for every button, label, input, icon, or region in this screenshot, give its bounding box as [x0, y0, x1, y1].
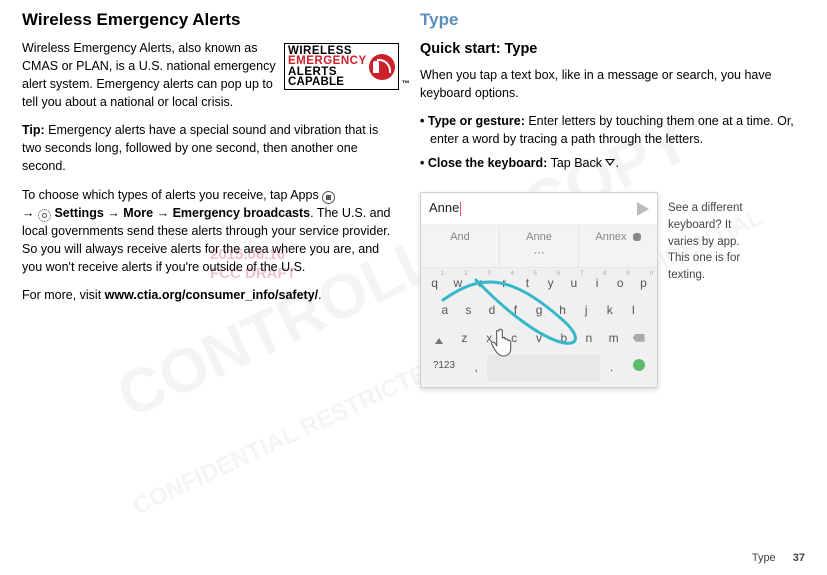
- more-post: .: [318, 288, 321, 302]
- key-r[interactable]: r: [493, 271, 516, 296]
- key-z[interactable]: z: [452, 326, 477, 353]
- apps-icon: [322, 191, 335, 204]
- key-l[interactable]: l: [622, 298, 646, 323]
- gear-icon: [38, 209, 51, 222]
- key-n[interactable]: n: [576, 326, 601, 353]
- keyboard-note: See a different keyboard? It varies by a…: [668, 200, 763, 283]
- keyboard[interactable]: q w e r t y u i o p a s d: [421, 268, 657, 387]
- arrow2: →: [104, 206, 123, 220]
- suggestion-1[interactable]: And: [421, 225, 500, 267]
- send-icon[interactable]: [637, 202, 649, 216]
- hand-pointer-icon: [489, 326, 517, 358]
- key-period[interactable]: .: [600, 355, 623, 380]
- key-u[interactable]: u: [562, 271, 585, 296]
- key-o[interactable]: o: [609, 271, 632, 296]
- b2-post: .: [615, 156, 618, 170]
- key-y[interactable]: y: [539, 271, 562, 296]
- key-h[interactable]: h: [551, 298, 575, 323]
- footer-section: Type: [752, 552, 776, 564]
- heading-type: Type: [420, 8, 800, 33]
- key-v[interactable]: v: [527, 326, 552, 353]
- key-w[interactable]: w: [446, 271, 469, 296]
- key-e[interactable]: e: [469, 271, 492, 296]
- key-row-1: q w e r t y u i o p: [423, 271, 655, 296]
- tip-paragraph: Tip: Emergency alerts have a special sou…: [22, 121, 392, 175]
- wea-intro: Wireless Emergency Alerts, also known as…: [22, 39, 276, 112]
- shift-icon: [435, 330, 443, 344]
- wea-logo: WIRELESS EMERGENCY ALERTS CAPABLE ™: [284, 43, 392, 90]
- phone-keyboard-mock: Anne And Anne⋯ Annex q w e r t y: [420, 192, 658, 387]
- key-k[interactable]: k: [598, 298, 622, 323]
- key-g[interactable]: g: [527, 298, 551, 323]
- key-backspace[interactable]: [626, 326, 651, 353]
- choose-pre: To choose which types of alerts you rece…: [22, 188, 322, 202]
- mic-icon[interactable]: [633, 233, 641, 241]
- smile-icon: [633, 359, 645, 371]
- heading-wea: Wireless Emergency Alerts: [22, 8, 392, 33]
- settings-label: Settings: [54, 206, 103, 220]
- text-input-row[interactable]: Anne: [421, 193, 657, 225]
- key-f[interactable]: f: [504, 298, 528, 323]
- key-row-3: z x c v b n m: [423, 326, 655, 353]
- choose-paragraph: To choose which types of alerts you rece…: [22, 186, 392, 277]
- key-space[interactable]: [487, 355, 600, 380]
- more-link: www.ctia.org/consumer_info/safety/: [105, 288, 318, 302]
- key-comma[interactable]: ,: [465, 355, 488, 380]
- key-shift[interactable]: [427, 326, 452, 353]
- eb-label: Emergency broadcasts: [173, 206, 311, 220]
- trademark: ™: [402, 78, 410, 90]
- key-row-2: a s d f g h j k l: [423, 298, 655, 323]
- key-d[interactable]: d: [480, 298, 504, 323]
- tip-text: Emergency alerts have a special sound an…: [22, 123, 378, 173]
- b2-label: Close the keyboard:: [428, 156, 547, 170]
- more-pre: For more, visit: [22, 288, 105, 302]
- page-footer: Type 37: [752, 551, 805, 567]
- key-a[interactable]: a: [433, 298, 457, 323]
- subheading-quickstart: Quick start: Type: [420, 39, 800, 60]
- bullet-type-gesture: Type or gesture: Enter letters by touchi…: [420, 112, 800, 148]
- arrow1: →: [22, 206, 38, 220]
- suggestion-bar[interactable]: And Anne⋯ Annex: [421, 225, 657, 268]
- key-symbols[interactable]: ?123: [423, 355, 465, 380]
- key-row-4: ?123 , .: [423, 355, 655, 380]
- key-m[interactable]: m: [601, 326, 626, 353]
- more-label: More: [123, 206, 153, 220]
- logo-word-capable: CAPABLE: [288, 77, 367, 88]
- text-cursor: [460, 202, 461, 216]
- footer-page: 37: [793, 552, 805, 564]
- arrow3: →: [153, 206, 172, 220]
- bullet-close-keyboard: Close the keyboard: Tap Back .: [420, 154, 800, 172]
- key-p[interactable]: p: [632, 271, 655, 296]
- b1-label: Type or gesture:: [428, 114, 525, 128]
- input-text: Anne: [429, 200, 459, 215]
- type-intro: When you tap a text box, like in a messa…: [420, 66, 800, 102]
- key-i[interactable]: i: [585, 271, 608, 296]
- b2-text: Tap Back: [547, 156, 605, 170]
- key-emoji[interactable]: [623, 355, 655, 380]
- key-b[interactable]: b: [551, 326, 576, 353]
- ellipsis: ⋯: [534, 247, 545, 259]
- backspace-icon: [633, 334, 645, 342]
- tip-label: Tip:: [22, 123, 45, 137]
- key-j[interactable]: j: [574, 298, 598, 323]
- back-triangle-icon: [605, 159, 615, 166]
- more-paragraph: For more, visit www.ctia.org/consumer_in…: [22, 286, 392, 304]
- signal-icon: [369, 54, 395, 80]
- suggestion-2[interactable]: Anne⋯: [500, 225, 579, 267]
- key-q[interactable]: q: [423, 271, 446, 296]
- key-t[interactable]: t: [516, 271, 539, 296]
- suggestion-3[interactable]: Annex: [579, 225, 657, 267]
- key-s[interactable]: s: [457, 298, 481, 323]
